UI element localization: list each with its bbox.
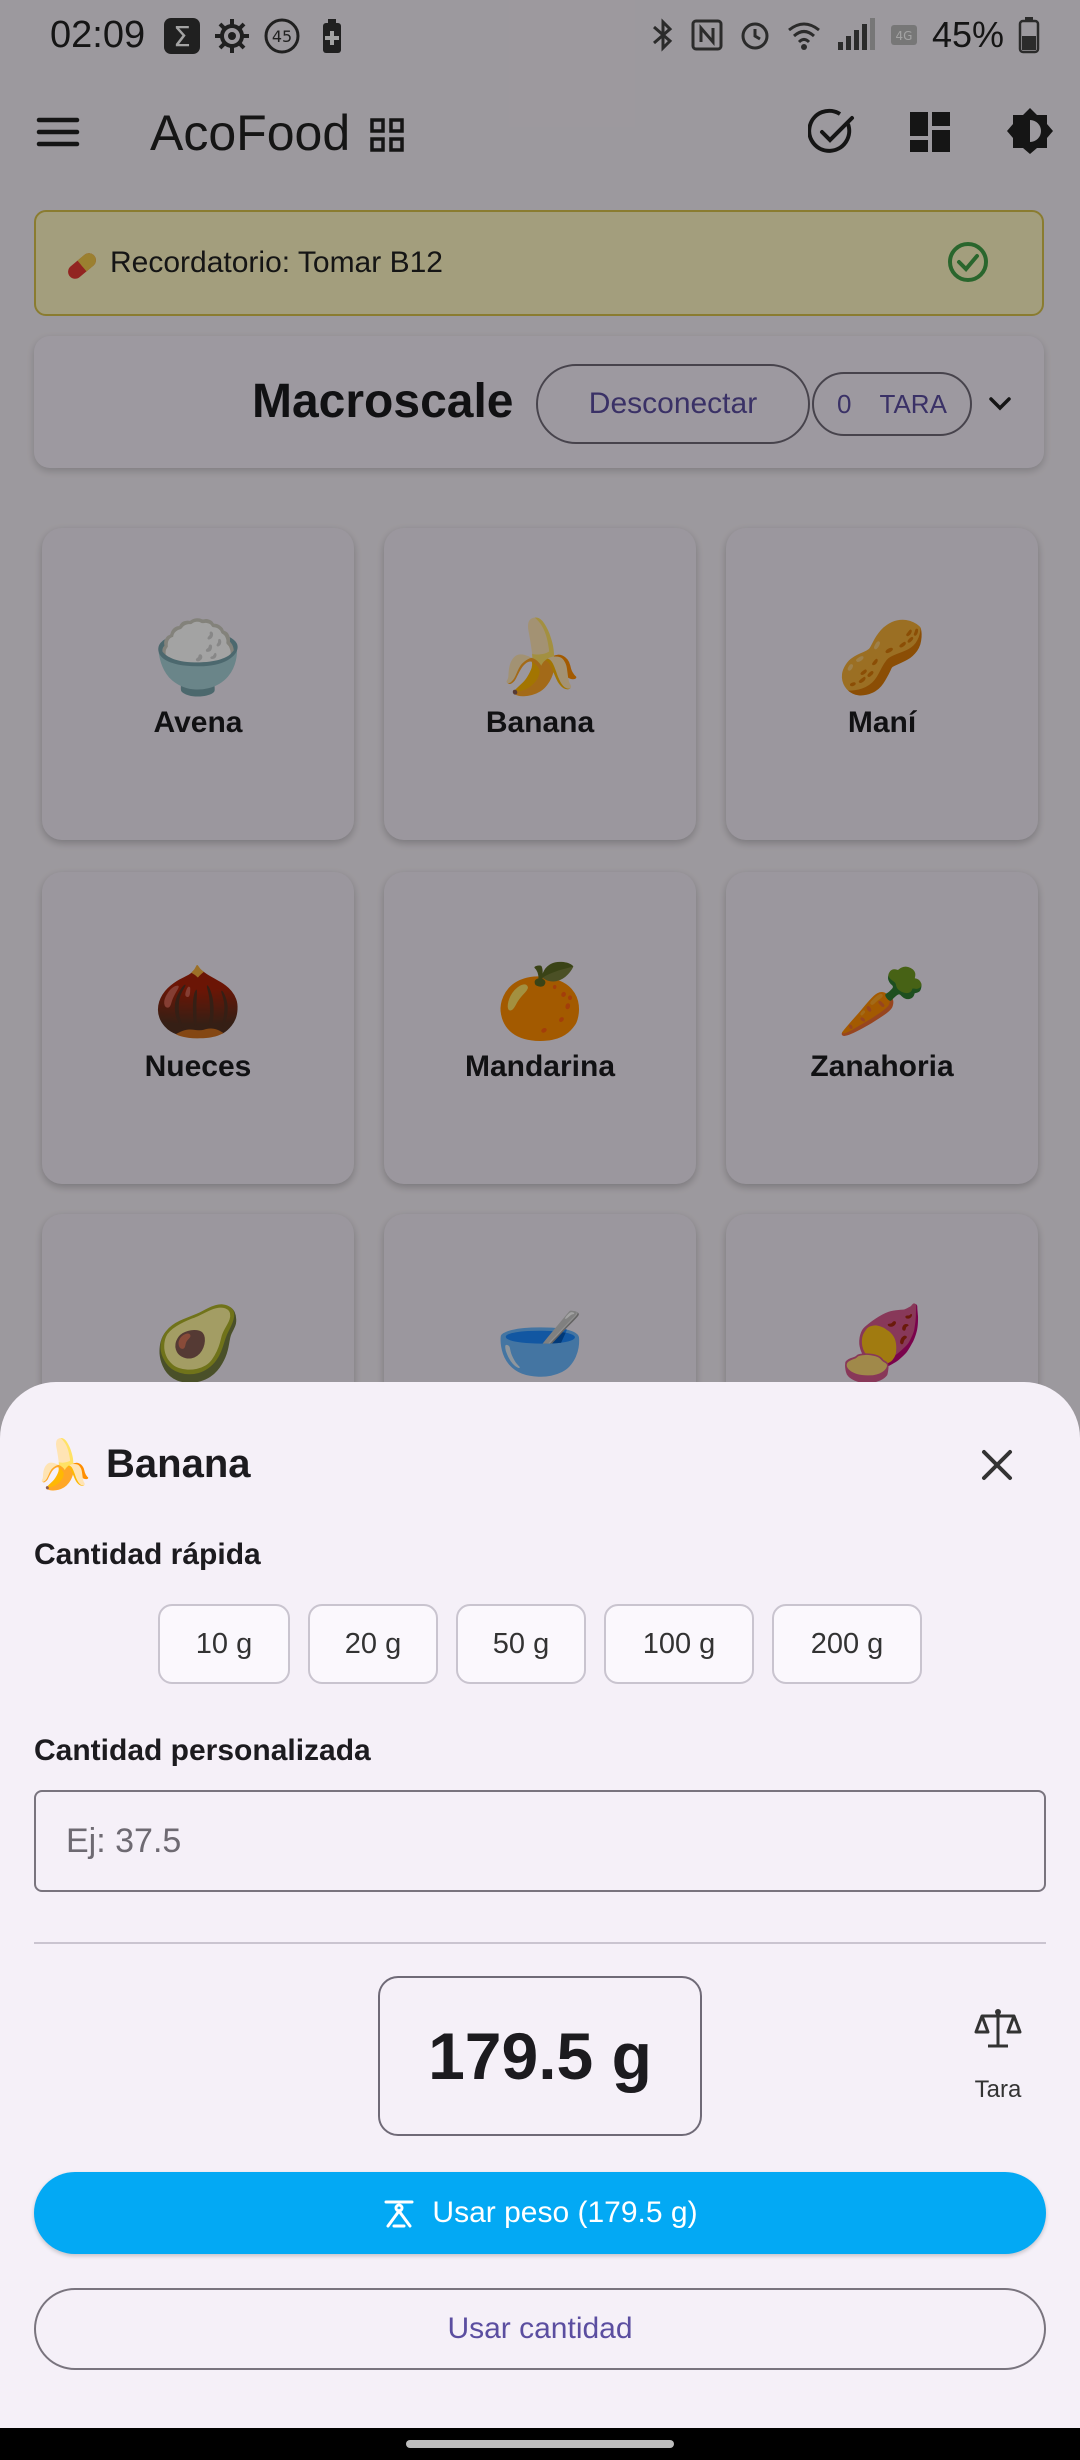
use-weight-label: Usar peso (179.5 g) bbox=[432, 2196, 698, 2229]
screen: 02:09 Σ 45 4G 45% AcoFood Recordatorio: … bbox=[0, 0, 1080, 2460]
quick-amount-50g[interactable]: 50 g bbox=[456, 1604, 586, 1684]
current-weight-display: 179.5 g bbox=[378, 1976, 702, 2136]
gesture-nav-bar bbox=[0, 2428, 1080, 2460]
quick-amount-20g[interactable]: 20 g bbox=[308, 1604, 438, 1684]
custom-amount-input[interactable] bbox=[34, 1790, 1046, 1892]
tara-button[interactable]: Tara bbox=[944, 2004, 1052, 2124]
quick-amount-label: Cantidad rápida bbox=[34, 1538, 261, 1571]
close-icon[interactable] bbox=[976, 1444, 1018, 1486]
divider bbox=[34, 1942, 1046, 1944]
custom-amount-label: Cantidad personalizada bbox=[34, 1734, 371, 1767]
tara-label: Tara bbox=[974, 2076, 1022, 2103]
banana-icon: 🍌 bbox=[34, 1439, 94, 1492]
quick-amount-10g[interactable]: 10 g bbox=[158, 1604, 290, 1684]
scale-icon bbox=[384, 2200, 414, 2228]
balance-scale-icon bbox=[974, 2009, 1022, 2048]
home-handle[interactable] bbox=[406, 2440, 674, 2448]
quick-amount-200g[interactable]: 200 g bbox=[772, 1604, 922, 1684]
quick-amount-100g[interactable]: 100 g bbox=[604, 1604, 754, 1684]
use-weight-button[interactable]: Usar peso (179.5 g) bbox=[34, 2172, 1046, 2254]
food-amount-sheet: 🍌 Banana Cantidad rápida 10 g 20 g 50 g … bbox=[0, 1382, 1080, 2428]
sheet-title: Banana bbox=[106, 1442, 251, 1486]
use-amount-button[interactable]: Usar cantidad bbox=[34, 2288, 1046, 2370]
